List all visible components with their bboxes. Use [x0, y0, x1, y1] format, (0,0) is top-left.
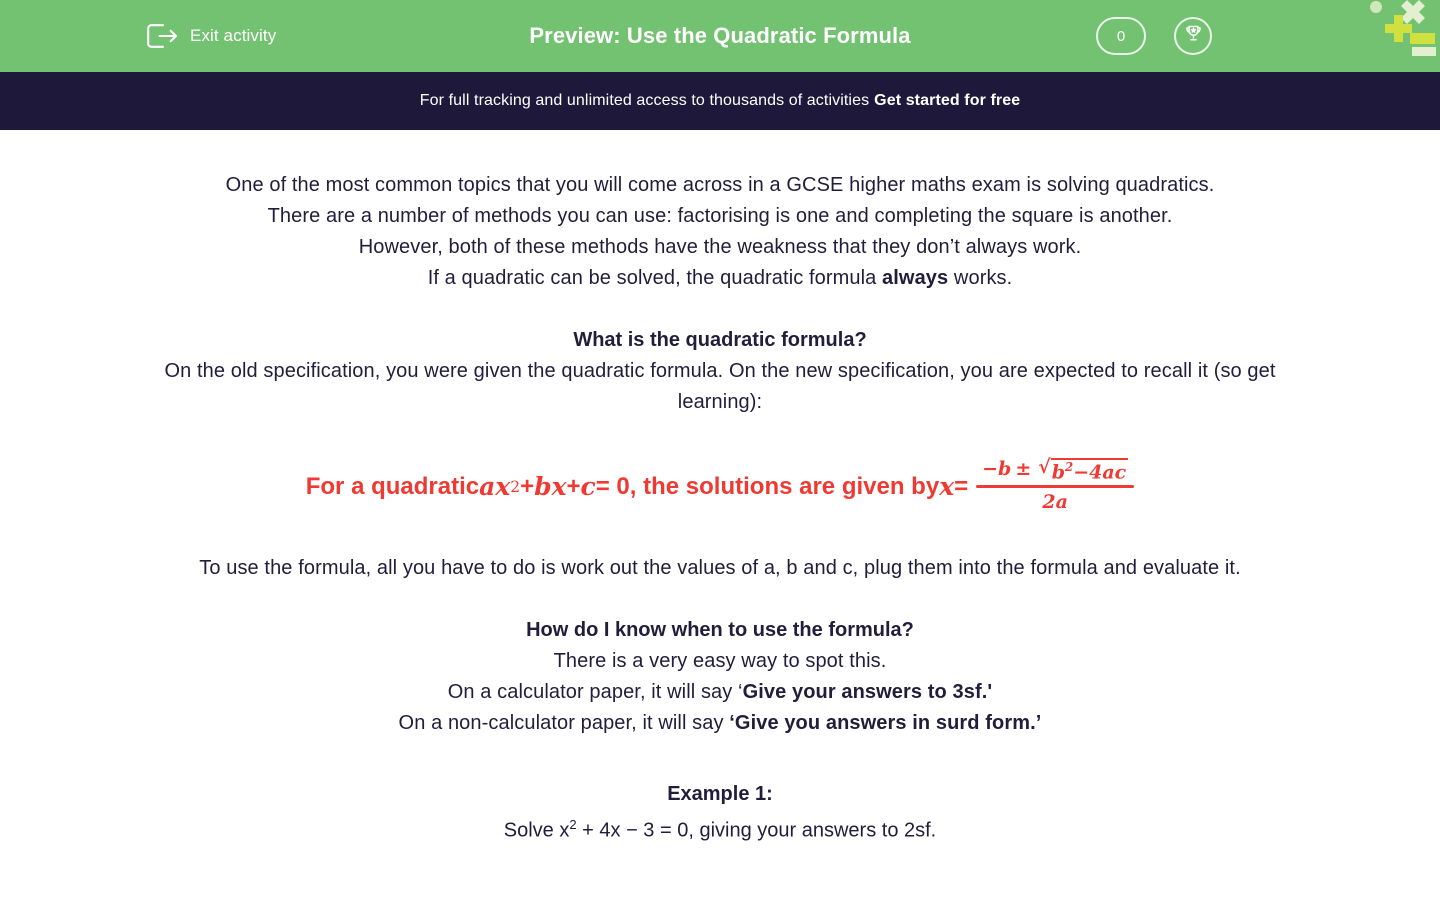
intro-line-3: However, both of these methods have the …	[358, 236, 1082, 258]
example-heading: Example 1:	[667, 783, 773, 806]
quadratic-formula: For a quadratic ax2 + bx + c = 0, the so…	[305, 456, 1135, 514]
after-formula-text: To use the formula, all you have to do i…	[199, 557, 1241, 580]
intro-line-4: If a quadratic can be solved, the quadra…	[140, 263, 1300, 294]
header-actions: 0	[1096, 17, 1212, 55]
promo-banner: For full tracking and unlimited access t…	[0, 72, 1440, 130]
section2-emphasis-surd: ‘Give you answers in surd form.’	[729, 712, 1042, 735]
score-value: 0	[1116, 27, 1126, 45]
example-lead: Solve	[503, 819, 560, 842]
section2-body: There is a very easy way to spot this. O…	[140, 646, 1300, 739]
formula-a: a	[479, 472, 496, 502]
activity-content: One of the most common topics that you w…	[0, 130, 1440, 847]
intro-line-4-a: If a quadratic can be solved, the quadra…	[427, 267, 883, 289]
intro-line-2: There are a number of methods you can us…	[267, 205, 1173, 227]
formula-exponent: 2	[510, 477, 521, 496]
radical-sign: √	[1038, 456, 1051, 478]
formula-x-var: x	[939, 472, 955, 502]
section2-line-2-a: On a calculator paper, it will say ‘	[447, 681, 743, 704]
formula-fraction: −b ± √ b2−4ac 2a	[976, 456, 1135, 514]
example-rest: + 4x − 3 = 0, giving your answers to 2sf…	[576, 819, 937, 842]
formula-mid-text: , the solutions are given by	[629, 472, 940, 500]
intro-paragraph: One of the most common topics that you w…	[140, 170, 1300, 294]
formula-plus-2: +	[566, 472, 581, 500]
radicand-b: b	[1051, 461, 1066, 484]
formula-numerator: −b ± √ b2−4ac	[976, 456, 1134, 485]
formula-x: x	[495, 472, 511, 502]
example-question: Solve x2 + 4x − 3 = 0, giving your answe…	[0, 809, 1440, 847]
exit-activity-label: Exit activity	[190, 26, 277, 45]
decorative-shapes	[1360, 0, 1440, 60]
section-heading-how-do-i-know: How do I know when to use the formula?	[526, 619, 914, 642]
formula-x2: x	[551, 472, 567, 502]
formula-c: c	[580, 472, 596, 502]
example-x: x	[559, 819, 570, 842]
intro-line-1: One of the most common topics that you w…	[225, 174, 1215, 196]
section1-body-text: On the old specification, you were given…	[164, 360, 1276, 413]
score-counter[interactable]: 0	[1096, 17, 1146, 55]
after-formula-paragraph: To use the formula, all you have to do i…	[140, 553, 1300, 584]
formula-plus-minus: ±	[1015, 458, 1032, 480]
section2-line-1: There is a very easy way to spot this.	[553, 650, 887, 673]
radicand-exponent: 2	[1065, 460, 1074, 474]
promo-text: For full tracking and unlimited access t…	[419, 92, 870, 109]
radicand: b2−4ac	[1050, 458, 1129, 484]
exit-activity-button[interactable]: Exit activity	[145, 22, 276, 50]
radicand-rest: −4ac	[1073, 461, 1127, 484]
intro-line-4-c: works.	[948, 267, 1013, 289]
app-header: Exit activity Preview: Use the Quadratic…	[0, 0, 1440, 72]
example-exponent: 2	[569, 817, 577, 833]
formula-radical: √ b2−4ac	[1038, 456, 1129, 484]
quadratic-formula-image: For a quadratic ax2 + bx + c = 0, the so…	[0, 456, 1440, 514]
get-started-link[interactable]: Get started for free	[874, 92, 1020, 110]
trophy-icon	[1183, 23, 1204, 49]
formula-plus-1: +	[520, 472, 535, 500]
formula-numerator-lead: −b	[982, 458, 1012, 480]
formula-denominator: 2a	[1042, 491, 1068, 514]
section2-emphasis-3sf: Give your answers to 3sf.'	[742, 681, 993, 704]
section2-line-3: On a non-calculator paper, it will say ‘…	[140, 708, 1300, 739]
formula-b: b	[534, 472, 552, 502]
section2-line-3-a: On a non-calculator paper, it will say	[398, 712, 730, 735]
intro-emphasis-always: always	[882, 267, 949, 289]
formula-lead: For a quadratic	[305, 472, 480, 500]
formula-equals-zero: = 0	[595, 472, 630, 500]
exit-icon	[145, 22, 179, 50]
formula-equals: =	[954, 472, 969, 500]
section2-line-2: On a calculator paper, it will say ‘Give…	[140, 677, 1300, 708]
trophy-button[interactable]	[1174, 17, 1212, 55]
section1-body: On the old specification, you were given…	[140, 356, 1300, 418]
section-heading-what-is: What is the quadratic formula?	[573, 329, 867, 351]
